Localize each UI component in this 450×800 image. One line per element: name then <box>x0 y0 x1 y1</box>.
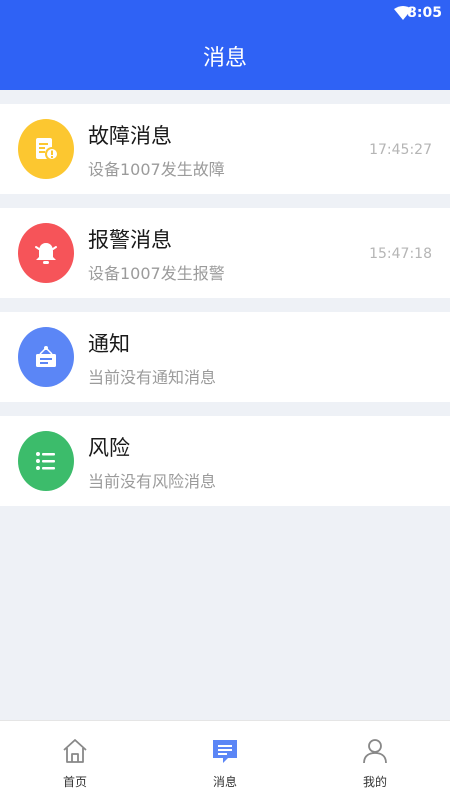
fault-doc-icon <box>18 119 74 179</box>
notice-board-icon <box>18 327 74 387</box>
message-time: 15:47:18 <box>369 246 432 262</box>
bell-icon <box>18 223 74 283</box>
user-icon <box>363 739 387 764</box>
list-icon <box>18 431 74 491</box>
home-icon <box>63 739 87 763</box>
message-title: 报警消息 <box>88 228 172 252</box>
message-time: 17:45:27 <box>369 142 432 158</box>
message-list: 故障消息 设备1007发生故障 17:45:27 报警消息 设备1007发生报警… <box>0 104 450 520</box>
status-time: 8:05 <box>407 5 442 21</box>
status-bar: 8:05 <box>0 0 450 26</box>
tab-label: 首页 <box>62 775 87 789</box>
message-item-alarm[interactable]: 报警消息 设备1007发生报警 15:47:18 <box>0 208 450 298</box>
tab-label: 消息 <box>212 775 237 789</box>
message-title: 通知 <box>88 332 130 356</box>
tab-home[interactable]: 首页 <box>0 721 150 800</box>
message-item-fault[interactable]: 故障消息 设备1007发生故障 17:45:27 <box>0 104 450 194</box>
message-desc: 设备1007发生报警 <box>88 264 225 283</box>
message-desc: 设备1007发生故障 <box>88 160 225 179</box>
message-desc: 当前没有风险消息 <box>88 472 217 491</box>
page-title: 消息 <box>202 46 247 71</box>
app-header: 8:05 消息 <box>0 0 450 90</box>
tab-profile[interactable]: 我的 <box>300 721 450 800</box>
message-item-notice[interactable]: 通知 当前没有通知消息 <box>0 312 450 402</box>
bottom-tabbar: 首页 消息 我的 <box>0 720 450 800</box>
message-icon <box>213 740 237 763</box>
message-desc: 当前没有通知消息 <box>88 368 217 387</box>
message-item-risk[interactable]: 风险 当前没有风险消息 <box>0 416 450 506</box>
message-title: 风险 <box>88 436 130 460</box>
tab-messages[interactable]: 消息 <box>150 721 300 800</box>
tab-label: 我的 <box>362 775 387 789</box>
message-title: 故障消息 <box>88 124 172 148</box>
